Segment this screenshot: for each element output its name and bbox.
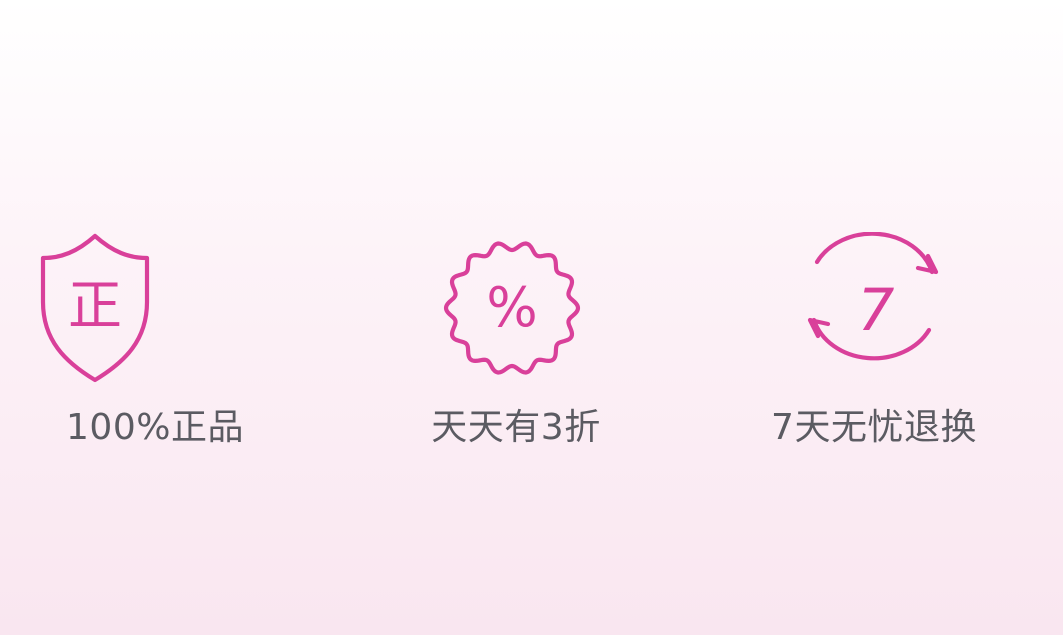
feature-genuine: 正 100%正品 (5, 232, 305, 462)
return-glyph: 7 (858, 276, 895, 344)
feature-return: 7 7天无忧退换 (724, 232, 1024, 462)
discount-glyph: % (486, 276, 537, 339)
shield-glyph: 正 (68, 274, 122, 337)
feature-discount: % 天天有3折 (366, 232, 666, 462)
feature-label-discount: 天天有3折 (431, 407, 601, 448)
discount-badge-icon: % (443, 241, 581, 375)
shield-genuine-icon: 正 (40, 233, 150, 383)
feature-label-return: 7天无忧退换 (771, 407, 977, 448)
feature-label-genuine: 100%正品 (66, 407, 244, 448)
service-guarantees-bar: 正 100%正品 % 天天有3折 7 7天无忧退换 (0, 0, 1063, 635)
seven-day-return-icon: 7 (807, 232, 939, 361)
